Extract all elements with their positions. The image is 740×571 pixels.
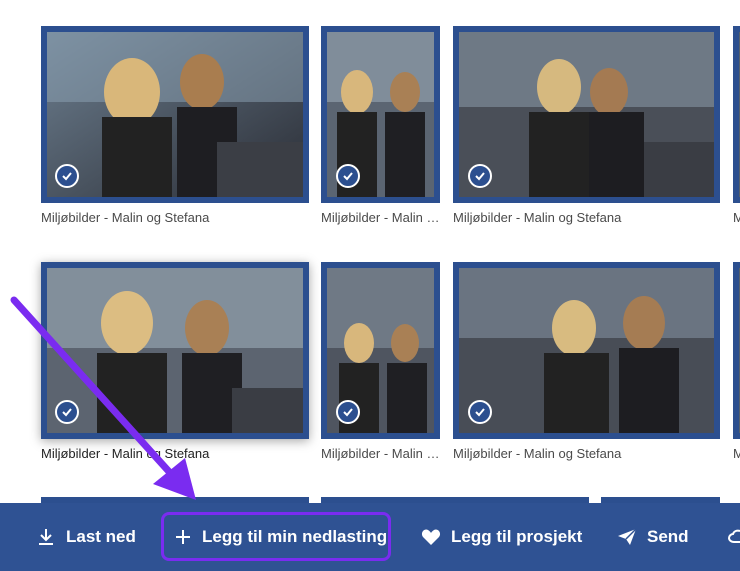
image-caption: Miljøbilder - Malin og Stefana: [321, 210, 440, 225]
button-highlight-outline: [161, 512, 391, 561]
image-thumbnail[interactable]: [733, 262, 740, 439]
image-grid: Miljøbilder - Malin og Stefana Miljøbild…: [0, 0, 740, 571]
image-thumbnail[interactable]: [453, 262, 720, 439]
selected-check-icon[interactable]: [336, 164, 360, 188]
image-caption: Miljøbilder - Malin og Stefana: [453, 446, 622, 461]
image-caption: Miljøbilder - Malin og Stefana: [733, 210, 740, 225]
selected-check-icon[interactable]: [336, 400, 360, 424]
image-thumbnail[interactable]: [41, 262, 309, 439]
download-icon: [39, 529, 53, 545]
image-thumbnail[interactable]: [321, 262, 440, 439]
image-thumbnail[interactable]: [321, 26, 440, 203]
heart-icon: [421, 529, 441, 545]
image-caption: Miljøbilder - Malin og Stefana: [41, 210, 210, 225]
image-caption: Miljøbilder - Malin og Stefana: [321, 446, 440, 461]
image-caption: Miljøbilder - Malin og Stefana: [733, 446, 740, 461]
selected-check-icon[interactable]: [468, 164, 492, 188]
image-thumbnail[interactable]: [733, 26, 740, 203]
add-to-project-button[interactable]: Legg til prosjekt: [421, 503, 582, 571]
send-button[interactable]: Send: [617, 503, 689, 571]
image-thumbnail[interactable]: [41, 26, 309, 203]
cloud-icon: [728, 529, 740, 543]
add-to-project-label: Legg til prosjekt: [451, 527, 583, 546]
image-thumbnail[interactable]: [453, 26, 720, 203]
download-button-label: Last ned: [66, 527, 136, 546]
selected-check-icon[interactable]: [55, 400, 79, 424]
download-button[interactable]: Last ned: [36, 503, 136, 571]
paper-plane-icon: [618, 528, 637, 545]
selected-check-icon[interactable]: [468, 400, 492, 424]
selected-check-icon[interactable]: [55, 164, 79, 188]
send-button-label: Send: [647, 527, 689, 546]
image-caption: Miljøbilder - Malin og Stefana: [453, 210, 622, 225]
more-actions-button[interactable]: [728, 503, 740, 571]
image-caption: Miljøbilder - Malin og Stefana: [41, 446, 210, 461]
